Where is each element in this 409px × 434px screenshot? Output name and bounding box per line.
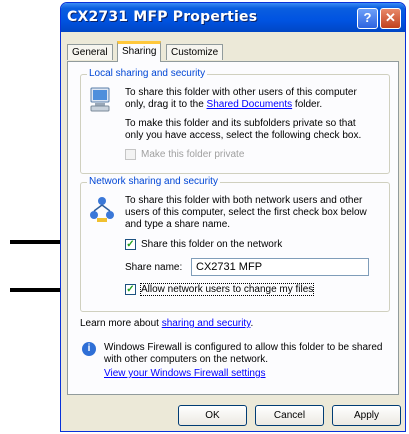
check-icon: ✓ bbox=[126, 239, 135, 250]
check-icon: ✓ bbox=[126, 284, 135, 295]
computer-user-icon bbox=[90, 87, 110, 112]
info-icon: i bbox=[82, 342, 96, 356]
sharing-panel: Local sharing and security To share this… bbox=[67, 61, 399, 395]
allow-change-label: Allow network users to change my files bbox=[139, 283, 315, 296]
local-sharing-legend: Local sharing and security bbox=[87, 68, 208, 79]
firewall-settings-link[interactable]: View your Windows Firewall settings bbox=[104, 368, 266, 379]
local-text-line1: To share this folder with other users of… bbox=[125, 87, 357, 98]
local-text-line2: only, drag it to the Shared Documents fo… bbox=[125, 99, 322, 110]
help-icon: ? bbox=[363, 10, 372, 25]
network-text-line2: users of this computer, select the first… bbox=[125, 207, 367, 218]
learn-more-text: Learn more about sharing and security. bbox=[80, 318, 253, 329]
ok-button[interactable]: OK bbox=[178, 405, 247, 426]
network-text-line1: To share this folder with both network u… bbox=[125, 195, 363, 206]
local-text-line4: only you have access, select the followi… bbox=[125, 130, 362, 141]
learn-more-post: . bbox=[250, 318, 254, 329]
network-sharing-legend: Network sharing and security bbox=[87, 176, 220, 187]
local-text-line2-post: folder. bbox=[292, 99, 323, 110]
close-icon: ✕ bbox=[385, 10, 396, 25]
properties-dialog: CX2731 MFP Properties ? ✕ General Sharin… bbox=[60, 2, 406, 432]
make-private-checkbox[interactable] bbox=[125, 149, 136, 160]
help-button[interactable]: ? bbox=[357, 8, 378, 29]
share-folder-checkbox[interactable]: ✓ bbox=[125, 239, 136, 250]
tab-general[interactable]: General bbox=[67, 44, 113, 60]
local-text-line3: To make this folder and its subfolders p… bbox=[125, 118, 356, 129]
share-folder-label: Share this folder on the network bbox=[141, 239, 283, 250]
title-bar[interactable]: CX2731 MFP Properties ? ✕ bbox=[61, 3, 405, 32]
local-sharing-group: Local sharing and security To share this… bbox=[80, 68, 390, 174]
cancel-button[interactable]: Cancel bbox=[255, 405, 324, 426]
tab-customize[interactable]: Customize bbox=[166, 44, 224, 60]
allow-change-checkbox[interactable]: ✓ bbox=[125, 284, 136, 295]
share-name-label: Share name: bbox=[125, 262, 183, 273]
tab-sharing[interactable]: Sharing bbox=[117, 41, 162, 62]
info-glyph: i bbox=[87, 343, 91, 354]
firewall-text-line2: with other computers on the network. bbox=[104, 354, 268, 365]
sharing-security-link[interactable]: sharing and security bbox=[162, 318, 251, 329]
network-share-icon bbox=[90, 197, 114, 222]
shared-documents-link[interactable]: Shared Documents bbox=[207, 99, 293, 110]
close-button[interactable]: ✕ bbox=[380, 8, 401, 29]
window-title: CX2731 MFP Properties bbox=[67, 9, 258, 25]
network-text-line3: and type a share name. bbox=[125, 219, 231, 230]
firewall-text-line1: Windows Firewall is configured to allow … bbox=[104, 342, 383, 353]
share-name-input[interactable]: CX2731 MFP bbox=[191, 258, 369, 276]
make-private-label: Make this folder private bbox=[141, 149, 245, 160]
network-sharing-group: Network sharing and security To share th… bbox=[80, 176, 390, 312]
learn-more-pre: Learn more about bbox=[80, 318, 162, 329]
local-text-line2-pre: only, drag it to the bbox=[125, 99, 207, 110]
apply-button[interactable]: Apply bbox=[332, 405, 401, 426]
